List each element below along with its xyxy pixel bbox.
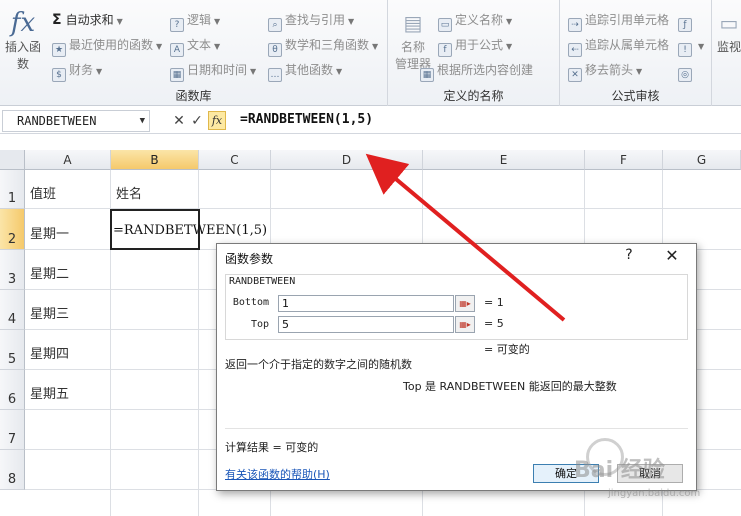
- annotation-arrow: [365, 153, 566, 322]
- watermark-url: jingyan.baidu.com: [608, 488, 701, 499]
- watermark: Bai 经验: [574, 458, 665, 483]
- arrow-line: [365, 153, 566, 322]
